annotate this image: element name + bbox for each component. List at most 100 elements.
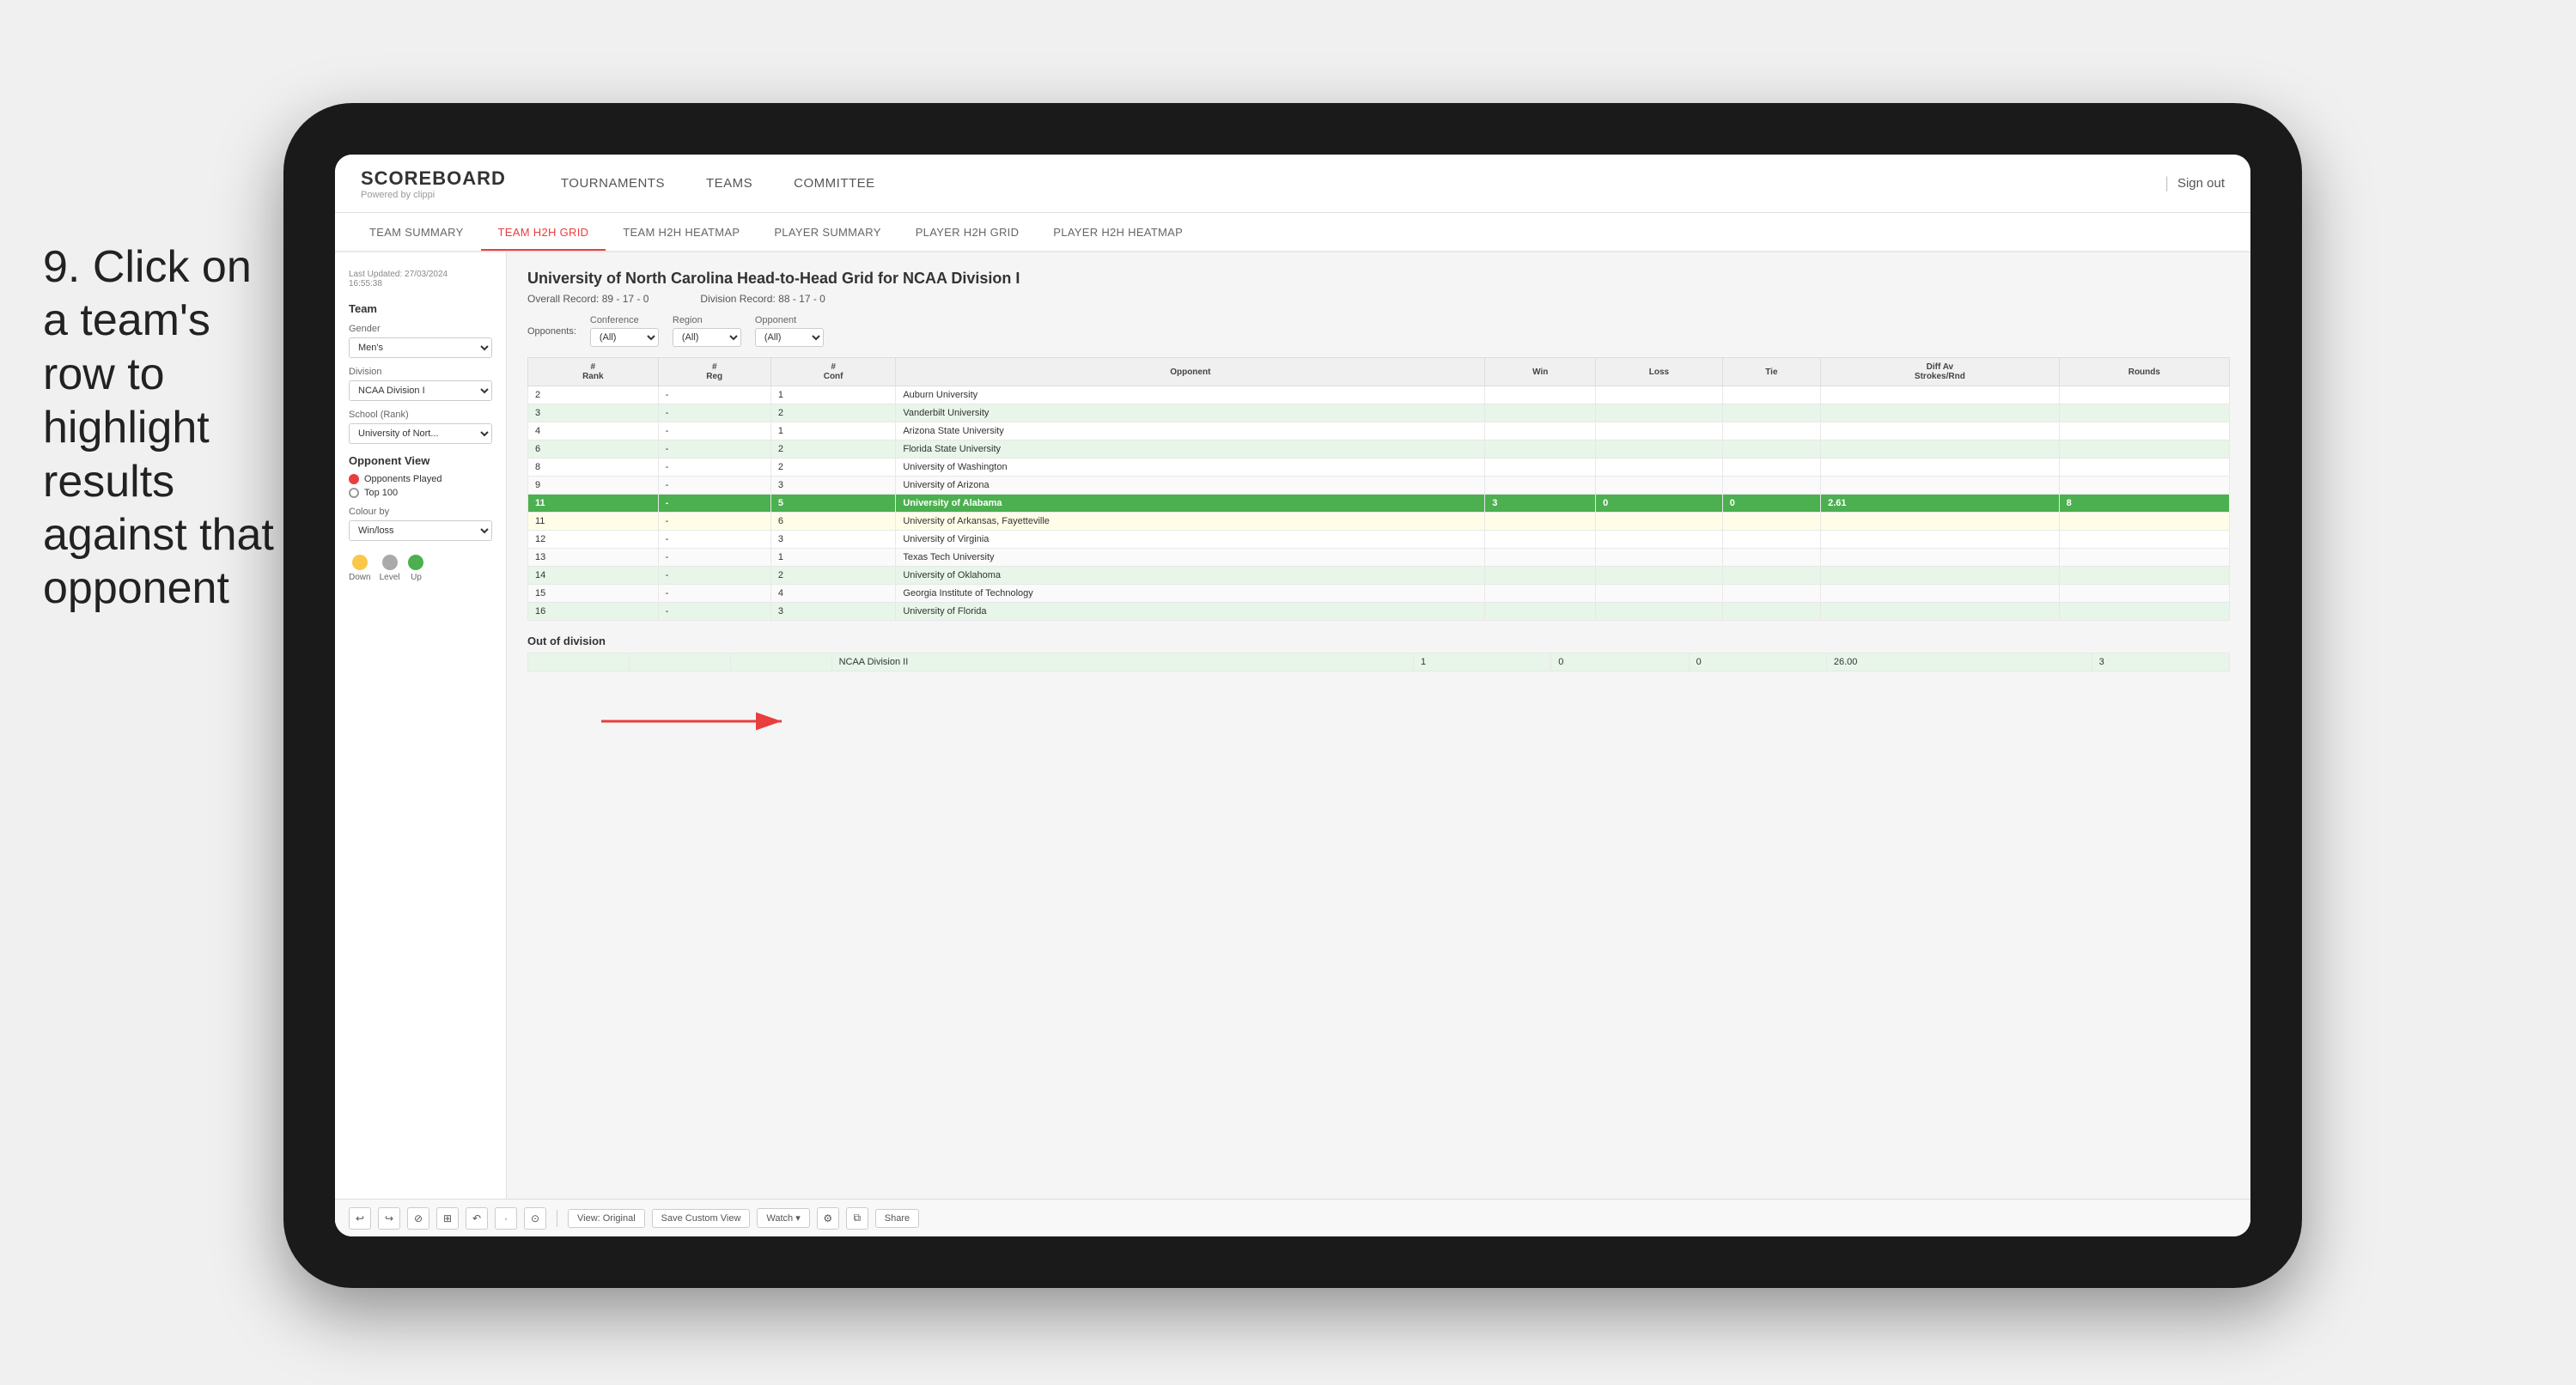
division-select[interactable]: NCAA Division I [349, 380, 492, 401]
out-of-division-row[interactable]: NCAA Division II 1 0 0 26.00 3 [528, 653, 2230, 671]
cell-diff [1821, 386, 2060, 404]
cell-diff [1821, 404, 2060, 422]
view-original-button[interactable]: View: Original [568, 1209, 645, 1228]
tab-player-summary[interactable]: PLAYER SUMMARY [757, 216, 898, 249]
cell-conf: 1 [770, 549, 895, 567]
table-row[interactable]: 12-3University of Virginia [528, 531, 2230, 549]
cell-reg: - [658, 567, 770, 585]
opponent-view-label: Opponent View [349, 454, 492, 467]
cell-tie [1722, 513, 1820, 531]
division-record: Division Record: 88 - 17 - 0 [700, 293, 825, 305]
tab-player-h2h-heatmap[interactable]: PLAYER H2H HEATMAP [1036, 216, 1200, 249]
opponents-label: Opponents: [527, 326, 576, 337]
share-button[interactable]: Share [875, 1209, 919, 1228]
legend-down-dot [352, 555, 368, 570]
tab-team-h2h-heatmap[interactable]: TEAM H2H HEATMAP [606, 216, 757, 249]
cell-win [1485, 585, 1596, 603]
clock-button[interactable]: ⊙ [524, 1207, 546, 1230]
out-of-division-header: Out of division [527, 635, 2230, 647]
dot-button[interactable]: · [507, 1207, 517, 1230]
cell-opponent: University of Florida [896, 603, 1485, 621]
opponents-played-radio[interactable]: Opponents Played [349, 474, 492, 484]
cell-rank: 12 [528, 531, 659, 549]
cell-conf: 1 [770, 386, 895, 404]
table-row[interactable]: 3-2Vanderbilt University [528, 404, 2230, 422]
cell-loss [1596, 440, 1723, 459]
opponents-played-radio-circle [349, 474, 359, 484]
logo-sub: Powered by clippi [361, 190, 506, 200]
cell-win [1485, 513, 1596, 531]
opponent-select[interactable]: (All) [755, 328, 824, 347]
table-row[interactable]: 8-2University of Washington [528, 459, 2230, 477]
out-div-tie: 0 [1689, 653, 1826, 671]
col-conf: #Conf [770, 358, 895, 386]
cell-win [1485, 440, 1596, 459]
cell-tie [1722, 386, 1820, 404]
tablet-screen: SCOREBOARD Powered by clippi TOURNAMENTS… [335, 155, 2250, 1236]
cell-win [1485, 567, 1596, 585]
col-rounds: Rounds [2059, 358, 2229, 386]
sign-out-button[interactable]: Sign out [2177, 176, 2225, 191]
conference-select[interactable]: (All) [590, 328, 659, 347]
table-row[interactable]: 11-6University of Arkansas, Fayetteville [528, 513, 2230, 531]
cell-reg: - [658, 513, 770, 531]
table-row[interactable]: 11-5University of Alabama3002.618 [528, 495, 2230, 513]
sidebar-team-label: Team [349, 302, 492, 315]
table-row[interactable]: 16-3University of Florida [528, 603, 2230, 621]
cell-conf: 3 [770, 603, 895, 621]
table-row[interactable]: 9-3University of Arizona [528, 477, 2230, 495]
gender-label: Gender [349, 324, 492, 334]
nav-teams[interactable]: TEAMS [685, 169, 773, 197]
cell-rank: 8 [528, 459, 659, 477]
cell-rank: 6 [528, 440, 659, 459]
cell-loss [1596, 549, 1723, 567]
cell-tie [1722, 531, 1820, 549]
cell-rounds [2059, 567, 2229, 585]
cell-reg: - [658, 549, 770, 567]
cell-conf: 4 [770, 585, 895, 603]
cell-win [1485, 603, 1596, 621]
cell-conf: 2 [770, 567, 895, 585]
table-row[interactable]: 2-1Auburn University [528, 386, 2230, 404]
colour-by-select[interactable]: Win/loss [349, 520, 492, 541]
cell-loss [1596, 422, 1723, 440]
region-select[interactable]: (All) [673, 328, 741, 347]
sidebar-timestamp: Last Updated: 27/03/2024 16:55:38 [349, 270, 492, 289]
table-row[interactable]: 14-2University of Oklahoma [528, 567, 2230, 585]
table-row[interactable]: 15-4Georgia Institute of Technology [528, 585, 2230, 603]
overall-record: Overall Record: 89 - 17 - 0 [527, 293, 649, 305]
watch-button[interactable]: Watch ▾ [757, 1208, 809, 1228]
conference-filter-label: Conference [590, 315, 659, 325]
step-text: Click on a team's row to highlight resul… [43, 242, 274, 613]
table-row[interactable]: 6-2Florida State University [528, 440, 2230, 459]
tab-team-summary[interactable]: TEAM SUMMARY [352, 216, 481, 249]
gender-select[interactable]: Men's [349, 337, 492, 358]
cell-loss [1596, 459, 1723, 477]
settings-button[interactable]: ⚙ [817, 1207, 839, 1230]
cell-diff: 2.61 [1821, 495, 2060, 513]
cell-reg: - [658, 422, 770, 440]
school-select[interactable]: University of Nort... [349, 423, 492, 444]
out-div-win: 1 [1413, 653, 1550, 671]
opponent-view-radio-group: Opponents Played Top 100 [349, 474, 492, 498]
copy-button[interactable]: ⧉ [846, 1207, 868, 1230]
nav-committee[interactable]: COMMITTEE [773, 169, 896, 197]
table-row[interactable]: 4-1Arizona State University [528, 422, 2230, 440]
out-div-loss: 0 [1551, 653, 1689, 671]
nav-tournaments[interactable]: TOURNAMENTS [540, 169, 685, 197]
cell-reg: - [658, 585, 770, 603]
cell-rank: 13 [528, 549, 659, 567]
save-custom-view-button[interactable]: Save Custom View [652, 1209, 751, 1228]
tab-team-h2h-grid[interactable]: TEAM H2H GRID [481, 216, 606, 251]
cell-win [1485, 404, 1596, 422]
cell-loss [1596, 477, 1723, 495]
cell-reg: - [658, 386, 770, 404]
sub-nav: TEAM SUMMARY TEAM H2H GRID TEAM H2H HEAT… [335, 213, 2250, 252]
top-100-radio[interactable]: Top 100 [349, 488, 492, 498]
top-100-radio-circle [349, 488, 359, 498]
cell-tie [1722, 404, 1820, 422]
cell-loss [1596, 567, 1723, 585]
table-row[interactable]: 13-1Texas Tech University [528, 549, 2230, 567]
tab-player-h2h-grid[interactable]: PLAYER H2H GRID [898, 216, 1037, 249]
cell-rounds [2059, 513, 2229, 531]
